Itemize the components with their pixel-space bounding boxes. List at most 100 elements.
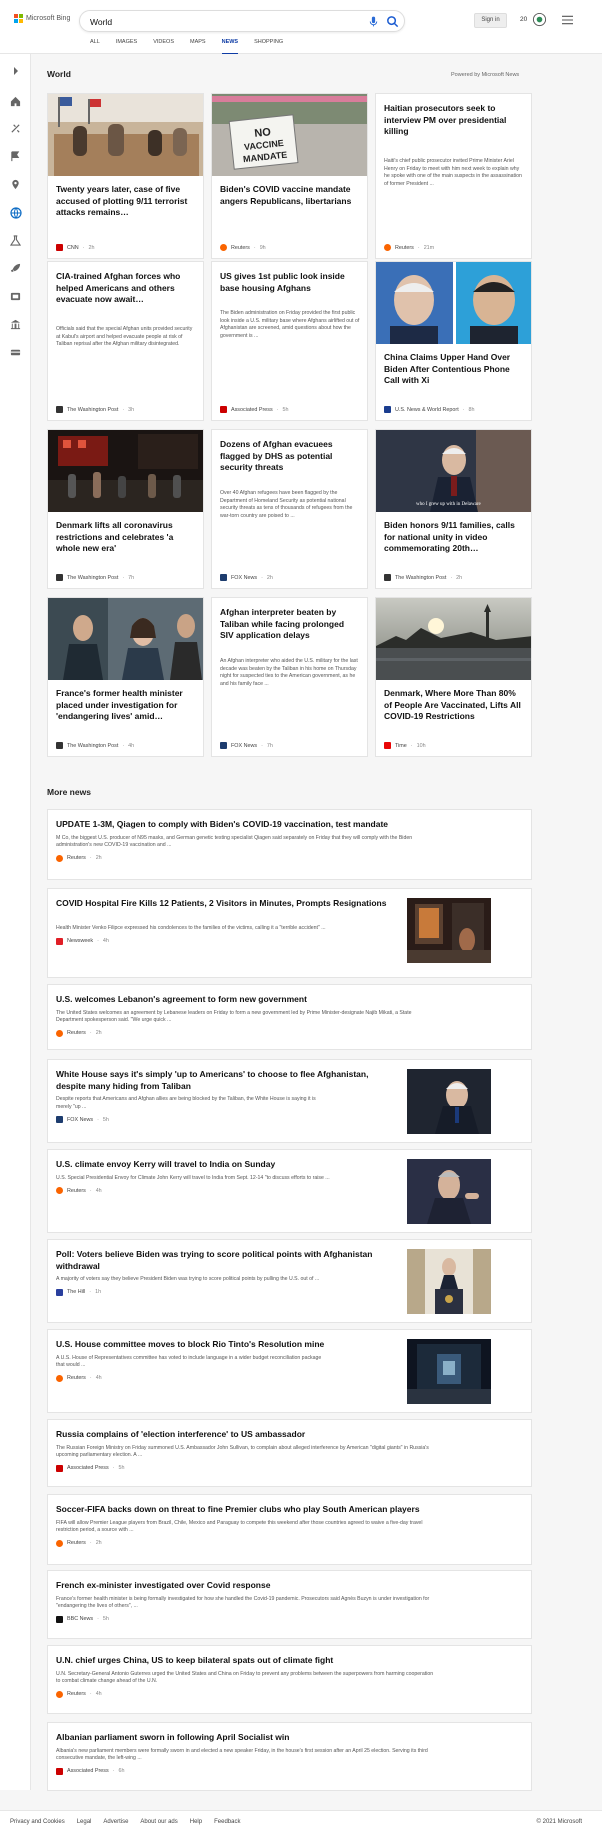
more-news-item[interactable]: Albanian parliament sworn in following A…: [47, 1722, 532, 1791]
news-thumbnail[interactable]: [407, 1249, 491, 1314]
news-title[interactable]: U.S. House committee moves to block Rio …: [56, 1339, 396, 1351]
sign-in-button[interactable]: Sign in: [474, 13, 507, 28]
more-news-item[interactable]: U.N. chief urges China, US to keep bilat…: [47, 1645, 532, 1714]
more-news-item[interactable]: U.S. climate envoy Kerry will travel to …: [47, 1149, 532, 1233]
source-name: Reuters: [67, 1691, 86, 1697]
news-photo: [376, 262, 531, 344]
expand-chevron-icon[interactable]: [9, 64, 22, 77]
news-card[interactable]: CIA-trained Afghan forces who helped Ame…: [47, 261, 204, 421]
tab-shopping[interactable]: SHOPPING: [246, 39, 291, 54]
science-flask-icon[interactable]: [9, 234, 22, 247]
source-name: FOX News: [231, 742, 258, 749]
news-source: FOX News · 5h: [56, 1116, 109, 1123]
more-news-item[interactable]: Soccer-FIFA backs down on threat to fine…: [47, 1494, 532, 1565]
news-card[interactable]: US gives 1st public look inside base hou…: [211, 261, 368, 421]
source-name: Newsweek: [67, 938, 94, 944]
news-title[interactable]: COVID Hospital Fire Kills 12 Patients, 2…: [56, 898, 396, 910]
news-title[interactable]: U.S. welcomes Lebanon's agreement to for…: [56, 994, 521, 1006]
more-news-item[interactable]: French ex-minister investigated over Cov…: [47, 1570, 532, 1639]
powered-by-link[interactable]: Powered by Microsoft News: [451, 72, 519, 78]
search-icon[interactable]: [385, 14, 400, 29]
entertainment-icon[interactable]: [9, 290, 22, 303]
card-title[interactable]: CIA-trained Afghan forces who helped Ame…: [56, 271, 196, 306]
news-card[interactable]: NO VACCINE MANDATE Biden's COVID vaccine m…: [211, 93, 368, 259]
news-title[interactable]: Russia complains of 'election interferen…: [56, 1429, 521, 1441]
tab-images[interactable]: IMAGES: [108, 39, 145, 54]
news-thumbnail[interactable]: [407, 1339, 491, 1404]
separator: ·: [89, 1187, 92, 1194]
card-title[interactable]: Biden's COVID vaccine mandate angers Rep…: [220, 184, 360, 207]
card-title[interactable]: Denmark, Where More Than 80% of People A…: [384, 688, 524, 723]
tab-all[interactable]: ALL: [82, 39, 108, 54]
news-card[interactable]: Afghan interpreter beaten by Taliban whi…: [211, 597, 368, 757]
news-title[interactable]: Poll: Voters believe Biden was trying to…: [56, 1249, 396, 1272]
news-thumbnail[interactable]: [407, 1069, 491, 1134]
card-title[interactable]: Dozens of Afghan evacuees flagged by DHS…: [220, 439, 360, 474]
location-pin-icon[interactable]: [9, 178, 22, 191]
separator: ·: [462, 406, 465, 413]
card-time: 9h: [259, 244, 266, 251]
card-title[interactable]: Afghan interpreter beaten by Taliban whi…: [220, 607, 360, 642]
footer-link[interactable]: Advertise: [103, 1819, 128, 1825]
microphone-icon[interactable]: [367, 15, 380, 28]
source-logo-icon: [384, 574, 391, 581]
footer-link[interactable]: Feedback: [214, 1819, 240, 1825]
tab-maps[interactable]: MAPS: [182, 39, 214, 54]
news-card[interactable]: Haitian prosecutors seek to interview PM…: [375, 93, 532, 259]
search-input[interactable]: [90, 14, 340, 29]
more-news-item[interactable]: COVID Hospital Fire Kills 12 Patients, 2…: [47, 888, 532, 978]
news-card[interactable]: Dozens of Afghan evacuees flagged by DHS…: [211, 429, 368, 589]
card-title[interactable]: Denmark lifts all coronavirus restrictio…: [56, 520, 196, 555]
card-title[interactable]: Twenty years later, case of five accused…: [56, 184, 196, 219]
footer-link[interactable]: Help: [190, 1819, 202, 1825]
news-title[interactable]: UPDATE 1-3M, Qiagen to comply with Biden…: [56, 819, 521, 831]
news-abstract: Despite reports that Americans and Afgha…: [56, 1096, 396, 1111]
tab-videos[interactable]: VIDEOS: [145, 39, 182, 54]
news-card[interactable]: China Claims Upper Hand Over Biden After…: [375, 261, 532, 421]
news-photo: NOVACCINEMANDATE: [212, 94, 367, 176]
more-news-item[interactable]: U.S. welcomes Lebanon's agreement to for…: [47, 984, 532, 1050]
footer-link[interactable]: Privacy and Cookies: [10, 1819, 65, 1825]
news-card[interactable]: Twenty years later, case of five accused…: [47, 93, 204, 259]
flag-icon[interactable]: [9, 150, 22, 163]
card-time: 7h: [266, 742, 273, 749]
more-news-item[interactable]: Russia complains of 'election interferen…: [47, 1419, 532, 1487]
news-thumbnail[interactable]: [407, 898, 491, 963]
news-title[interactable]: Soccer-FIFA backs down on threat to fine…: [56, 1504, 521, 1516]
more-news-item[interactable]: UPDATE 1-3M, Qiagen to comply with Biden…: [47, 809, 532, 880]
globe-icon[interactable]: [9, 206, 22, 219]
home-icon[interactable]: [9, 95, 22, 108]
card-title[interactable]: France's former health minister placed u…: [56, 688, 196, 723]
card-title[interactable]: US gives 1st public look inside base hou…: [220, 271, 360, 294]
footer-link[interactable]: Legal: [77, 1819, 92, 1825]
hamburger-menu-icon[interactable]: [562, 15, 573, 25]
rocket-icon[interactable]: [9, 262, 22, 275]
news-card[interactable]: Denmark lifts all coronavirus restrictio…: [47, 429, 204, 589]
abstract-line: The United States welcomes an agreement …: [56, 1009, 412, 1016]
card-title[interactable]: China Claims Upper Hand Over Biden After…: [384, 352, 524, 387]
news-thumbnail[interactable]: [407, 1159, 491, 1224]
footer-link[interactable]: About our ads: [140, 1819, 177, 1825]
card-title[interactable]: Biden honors 9/11 families, calls for na…: [384, 520, 524, 555]
more-news-item[interactable]: White House says it's simply 'up to Amer…: [47, 1059, 532, 1143]
politics-building-icon[interactable]: [9, 318, 22, 331]
news-title[interactable]: French ex-minister investigated over Cov…: [56, 1580, 521, 1592]
more-news-item[interactable]: Poll: Voters believe Biden was trying to…: [47, 1239, 532, 1323]
more-news-item[interactable]: U.S. House committee moves to block Rio …: [47, 1329, 532, 1413]
rewards-points[interactable]: 20: [520, 16, 527, 23]
bing-logo[interactable]: Microsoft Bing: [14, 14, 70, 23]
news-card[interactable]: Denmark, Where More Than 80% of People A…: [375, 597, 532, 757]
card-title[interactable]: Haitian prosecutors seek to interview PM…: [384, 103, 524, 138]
news-title[interactable]: U.N. chief urges China, US to keep bilat…: [56, 1655, 521, 1667]
news-card[interactable]: France's former health minister placed u…: [47, 597, 204, 757]
rewards-medal-icon[interactable]: [532, 12, 547, 27]
news-title[interactable]: Albanian parliament sworn in following A…: [56, 1732, 521, 1744]
news-title[interactable]: U.S. climate envoy Kerry will travel to …: [56, 1159, 396, 1171]
news-card[interactable]: who I grew up with in Delaware Biden hon…: [375, 429, 532, 589]
money-icon[interactable]: [9, 346, 22, 359]
news-time: 6h: [118, 1768, 125, 1774]
tab-news[interactable]: NEWS: [214, 39, 247, 54]
news-title[interactable]: White House says it's simply 'up to Amer…: [56, 1069, 396, 1092]
news-abstract: The United States welcomes an agreement …: [56, 1010, 521, 1025]
technology-icon[interactable]: [9, 122, 22, 135]
